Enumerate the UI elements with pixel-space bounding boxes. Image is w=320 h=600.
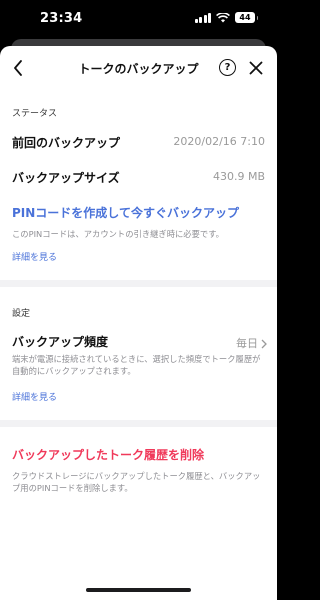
status-section-label: ステータス xyxy=(12,109,58,119)
status-bar: 23:34 44 xyxy=(0,0,277,36)
backup-frequency-value-wrap: 毎日 xyxy=(236,335,267,351)
create-pin-backup-button[interactable]: PINコードを作成して今すぐバックアップ xyxy=(12,204,239,221)
section-divider xyxy=(0,280,277,287)
battery-icon: 44 xyxy=(235,12,258,23)
last-backup-label: 前回のバックアップ xyxy=(12,136,121,150)
home-indicator xyxy=(86,588,191,592)
header: トークのバックアップ ? xyxy=(0,46,277,91)
settings-section-label: 設定 xyxy=(12,309,31,319)
section-divider xyxy=(0,420,277,427)
backup-sheet: トークのバックアップ ? ステータス 前回のバックアップ 2020/02/16 … xyxy=(0,46,277,600)
pin-detail-link[interactable]: 詳細を見る xyxy=(12,250,57,263)
backup-size-label: バックアップサイズ xyxy=(12,171,120,185)
backup-size-value: 430.9 MB xyxy=(212,170,265,183)
status-icons: 44 xyxy=(194,12,258,23)
delete-description: クラウドストレージにバックアップしたトーク履歴と、バックアップ用のPINコードを… xyxy=(12,471,261,493)
help-icon[interactable]: ? xyxy=(219,59,236,76)
backup-frequency-description: 端末が電源に接続されているときに、選択した頻度でトーク履歴が自動的にバックアップ… xyxy=(12,354,261,376)
chevron-right-icon xyxy=(261,339,267,349)
wifi-icon xyxy=(216,12,230,22)
pin-description: このPINコードは、アカウントの引き継ぎ時に必要です。 xyxy=(12,229,224,239)
backup-frequency-value: 毎日 xyxy=(236,337,258,350)
close-icon[interactable] xyxy=(247,59,265,77)
status-time: 23:34 xyxy=(40,11,83,26)
frequency-detail-link[interactable]: 詳細を見る xyxy=(12,390,57,403)
last-backup-value: 2020/02/16 7:10 xyxy=(173,135,265,148)
cellular-signal-icon xyxy=(194,12,211,23)
backup-frequency-label: バックアップ頻度 xyxy=(12,335,109,349)
delete-backup-button[interactable]: バックアップしたトーク履歴を削除 xyxy=(12,446,204,463)
